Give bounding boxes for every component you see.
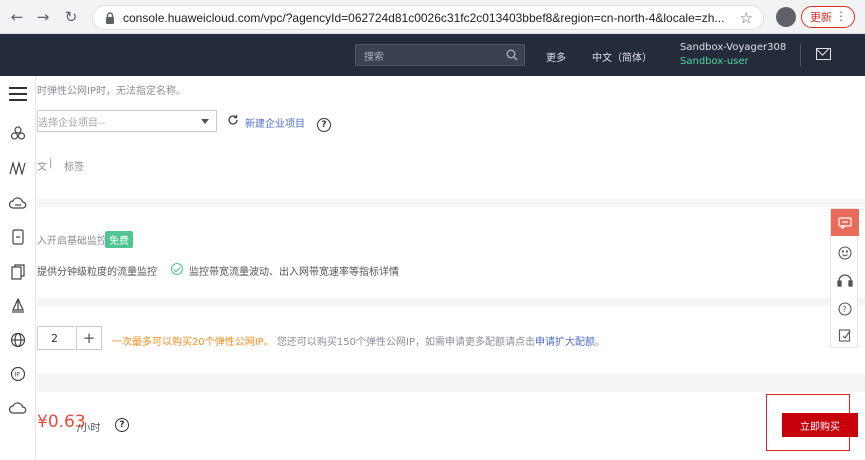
monitoring-section: 入开启基础监控 免费 提供分钟级粒度的流量监控 监控带宽流量波动、出入网带宽速率… <box>37 207 865 298</box>
buy-now-button[interactable]: 立即购买 <box>782 413 858 437</box>
name-note: 时弹性公网IP时，无法指定名称。 <box>37 86 186 97</box>
tab-tags[interactable]: 标签 <box>64 158 84 173</box>
plus-icon[interactable]: + <box>77 326 102 350</box>
price-help-icon[interactable]: ? <box>115 418 129 432</box>
quantity-stepper: 2 + <box>37 326 103 350</box>
cloud-server-icon[interactable] <box>8 193 28 213</box>
enterprise-project-select[interactable]: 选择企业项目-- <box>37 110 217 132</box>
question-icon[interactable]: ? <box>837 301 853 317</box>
language-selector[interactable]: 中文（简体） <box>592 49 652 64</box>
user-name[interactable]: Sandbox-Voyager308 <box>680 42 786 53</box>
more-menu[interactable]: 更多 <box>546 49 566 64</box>
more-vert-icon: ⋮ <box>835 9 847 23</box>
monitor-label[interactable]: 入开启基础监控 <box>37 232 107 247</box>
globe-icon[interactable] <box>8 330 28 350</box>
mail-icon[interactable] <box>816 48 831 60</box>
check-circle-icon <box>171 263 183 275</box>
bookmark-star-icon[interactable]: ☆ <box>740 9 753 27</box>
network-icon[interactable] <box>8 158 28 178</box>
header-divider <box>800 44 801 66</box>
search-placeholder: 搜索 <box>364 51 384 63</box>
reload-icon[interactable]: ↻ <box>60 6 82 28</box>
price-section <box>37 392 865 460</box>
help-icon[interactable]: ? <box>317 118 331 132</box>
user-role: Sandbox-user <box>680 56 749 67</box>
feedback-edit-icon[interactable] <box>837 327 853 343</box>
console-header: 搜索 更多 中文（简体） Sandbox-Voyager308 Sandbox-… <box>0 34 865 76</box>
refresh-icon[interactable] <box>227 114 239 126</box>
cloud-icon[interactable] <box>8 398 28 418</box>
quota-remaining-text: 您还可以购买150个弹性公网IP，如需申请更多配额请点击 <box>276 337 535 348</box>
svg-text:IP: IP <box>15 372 21 379</box>
address-bar[interactable]: console.huaweicloud.com/vpc/?agencyId=06… <box>92 5 764 30</box>
database-icon[interactable] <box>8 227 28 247</box>
new-enterprise-project-link[interactable]: 新建企业项目 <box>245 115 305 130</box>
monitor-feature-1: 提供分钟级粒度的流量监控 <box>37 267 157 278</box>
purchase-form: 时弹性公网IP时，无法指定名称。 选择企业项目-- 新建企业项目 ? 文 | 标… <box>37 76 865 460</box>
forward-arrow-icon[interactable]: → <box>32 6 54 28</box>
smile-icon[interactable] <box>837 245 853 261</box>
url-text: console.huaweicloud.com/vpc/?agencyId=06… <box>123 10 725 25</box>
search-input[interactable]: 搜索 <box>355 44 525 66</box>
document-icon[interactable] <box>8 262 28 282</box>
lock-icon <box>106 11 114 24</box>
free-badge: 免费 <box>105 231 133 248</box>
tab-separator: | <box>49 158 53 169</box>
enterprise-select-placeholder: 选择企业项目-- <box>38 117 106 129</box>
price-unit: /小时 <box>77 423 101 434</box>
back-arrow-icon[interactable]: ← <box>6 6 28 28</box>
update-button[interactable]: 更新 ⋮ <box>801 6 855 28</box>
quantity-value: 2 <box>51 331 58 345</box>
menu-icon[interactable] <box>8 84 28 104</box>
chat-icon[interactable] <box>831 209 859 236</box>
cluster-icon[interactable] <box>8 123 28 143</box>
quota-limit-text: 一次最多可以购买20个弹性公网IP。 <box>112 337 274 348</box>
chevron-down-icon <box>201 119 209 124</box>
service-headset-icon[interactable] <box>837 273 853 289</box>
basic-config-section: 时弹性公网IP时，无法指定名称。 选择企业项目-- 新建企业项目 ? 文 | 标… <box>37 76 865 199</box>
tag-tab-partial[interactable]: 文 <box>37 158 47 173</box>
svg-text:?: ? <box>842 305 846 314</box>
floating-toolbar: ? <box>830 208 859 348</box>
apply-quota-link[interactable]: 申请扩大配额 <box>535 337 595 348</box>
monitor-feature-2: 监控带宽流量波动、出入网带宽速率等指标详情 <box>189 267 399 278</box>
profile-avatar-icon[interactable] <box>776 7 796 27</box>
quota-end: 。 <box>594 337 605 348</box>
browser-toolbar: ← → ↻ console.huaweicloud.com/vpc/?agenc… <box>0 0 865 34</box>
quantity-section: 2 + 一次最多可以购买20个弹性公网IP。 您还可以购买150个弹性公网IP，… <box>37 306 865 374</box>
eip-icon[interactable]: IP <box>8 364 28 384</box>
update-label: 更新 <box>810 12 832 24</box>
quota-note: 一次最多可以购买20个弹性公网IP。 您还可以购买150个弹性公网IP，如需申请… <box>112 333 605 348</box>
quantity-input[interactable]: 2 <box>37 326 77 350</box>
search-icon <box>506 49 518 61</box>
sail-icon[interactable] <box>8 296 28 316</box>
service-sidebar: IP <box>0 76 36 460</box>
